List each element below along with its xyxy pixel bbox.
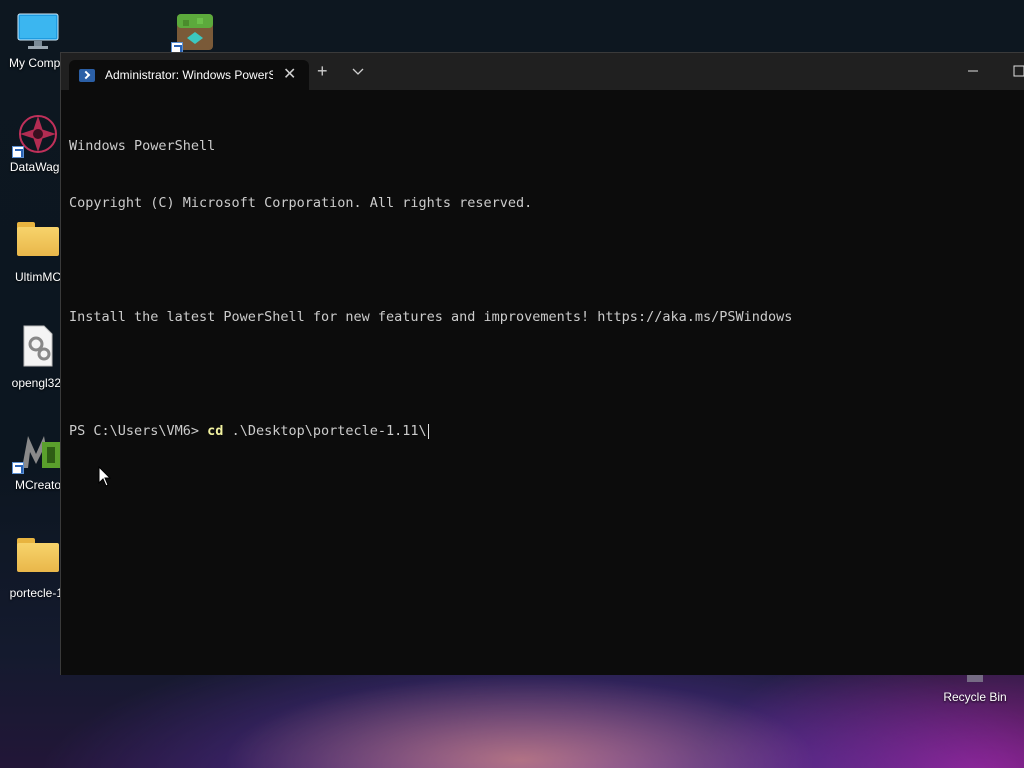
settings-file-icon <box>23 325 53 367</box>
desktop-icon-label: Recycle Bin <box>943 690 1007 704</box>
maximize-icon[interactable] <box>1013 65 1024 77</box>
command-text: cd <box>207 423 224 439</box>
text-cursor <box>427 423 429 439</box>
tab-dropdown-icon[interactable] <box>351 65 365 79</box>
minimize-icon[interactable] <box>967 65 979 77</box>
console-line: Windows PowerShell <box>69 138 216 154</box>
prompt-line[interactable]: PS C:\Users\VM6> cd .\Desktop\portecle-1… <box>69 422 792 441</box>
shortcut-arrow-icon <box>12 462 24 474</box>
terminal-window[interactable]: Administrator: Windows PowerShell ✕ + Wi… <box>60 52 1024 675</box>
new-tab-button[interactable]: + <box>317 61 328 81</box>
powershell-icon <box>79 68 95 82</box>
console-line: Install the latest PowerShell for new fe… <box>69 309 793 325</box>
command-argument: .\Desktop\portecle-1.11\ <box>223 423 427 439</box>
shortcut-arrow-icon <box>12 146 24 158</box>
tab-powershell[interactable]: Administrator: Windows PowerShell ✕ <box>69 60 309 90</box>
prompt: PS C:\Users\VM6> <box>69 423 208 439</box>
desktop-icon-minecraft[interactable] <box>155 12 235 54</box>
console-output[interactable]: Windows PowerShell Copyright (C) Microso… <box>69 99 792 479</box>
mouse-pointer-icon <box>98 466 112 487</box>
tab-title: Administrator: Windows PowerShell <box>105 68 273 82</box>
folder-icon <box>17 538 59 572</box>
computer-icon <box>17 13 59 49</box>
tab-close-icon[interactable]: ✕ <box>283 67 296 83</box>
console-line: Copyright (C) Microsoft Corporation. All… <box>69 195 533 211</box>
title-bar[interactable]: Administrator: Windows PowerShell ✕ + <box>61 53 1024 90</box>
folder-icon <box>17 222 59 256</box>
